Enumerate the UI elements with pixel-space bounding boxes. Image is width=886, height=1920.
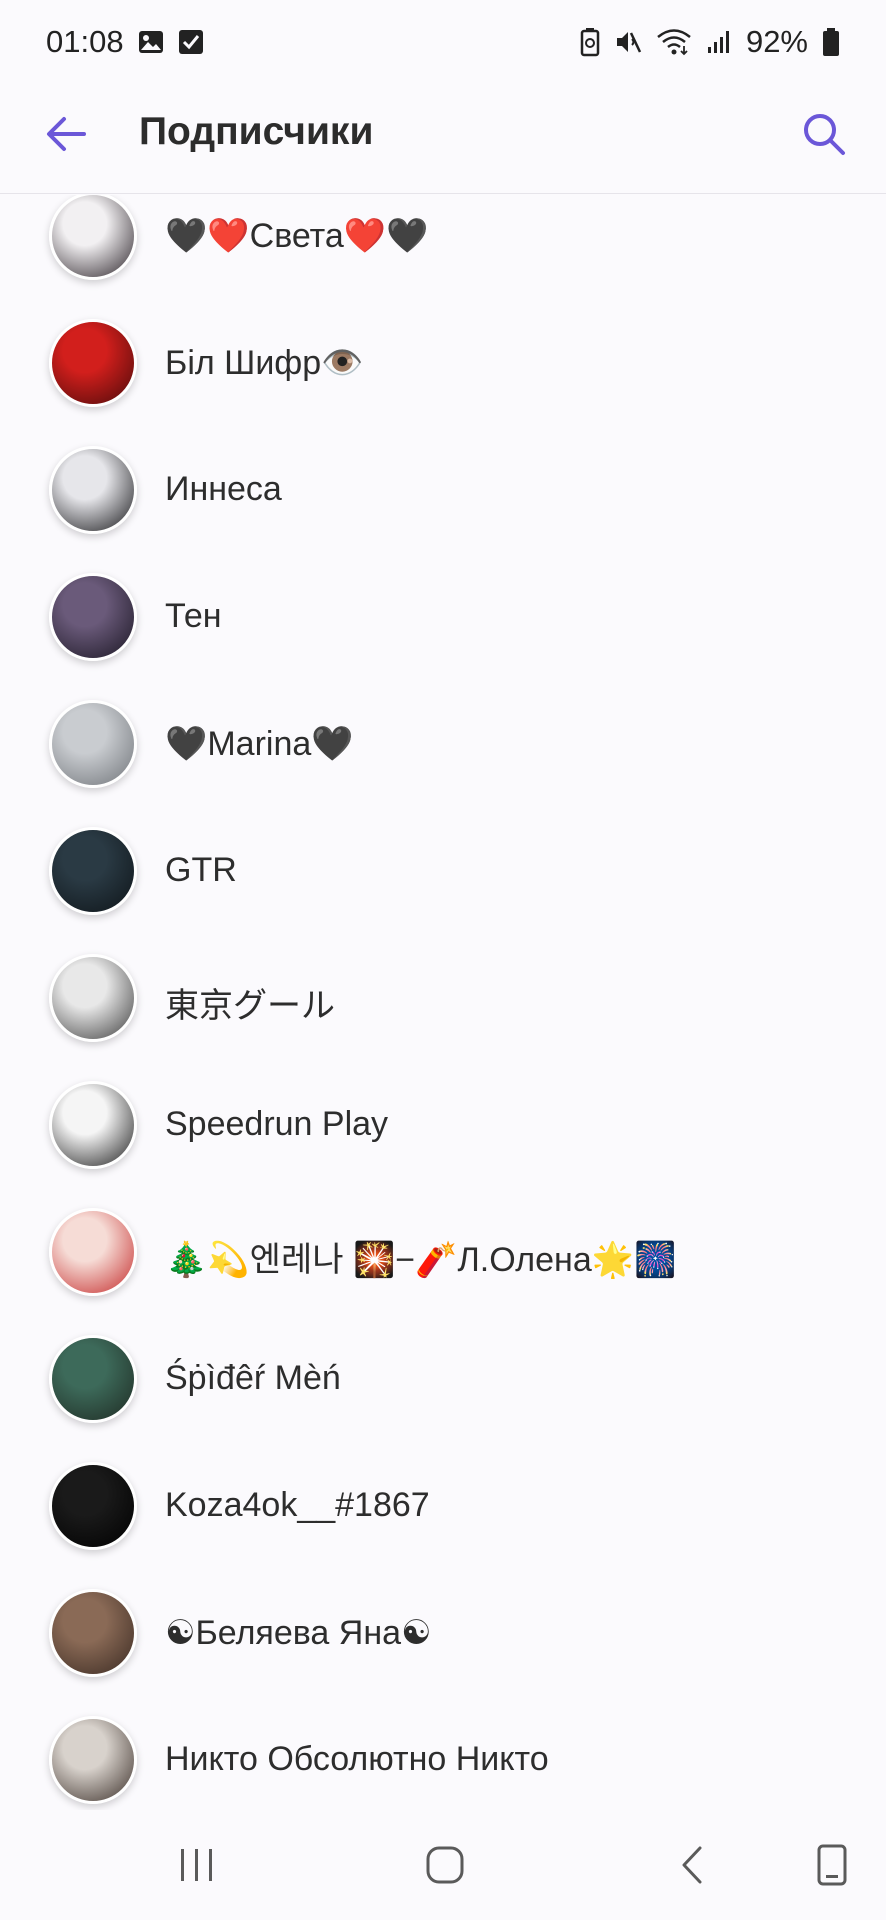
avatar[interactable] (49, 1589, 137, 1677)
system-nav-bar (0, 1810, 886, 1920)
back-icon (682, 1846, 702, 1884)
battery-saver-icon (580, 27, 600, 57)
avatar[interactable] (49, 319, 137, 407)
avatar[interactable] (49, 446, 137, 534)
avatar[interactable] (49, 954, 137, 1042)
avatar[interactable] (49, 1462, 137, 1550)
subscriber-name: Śṗìđêŕ Mèń (165, 1359, 341, 1397)
gallery-icon (138, 29, 164, 55)
avatar[interactable] (49, 700, 137, 788)
subscriber-row[interactable]: 東京グール (0, 934, 886, 1061)
subscriber-row[interactable]: Koza4ok__#1867 (0, 1442, 886, 1569)
avatar[interactable] (49, 827, 137, 915)
status-bar-right: 92% (580, 24, 840, 60)
subscriber-name: Speedrun Play (165, 1105, 389, 1143)
arrow-left-icon (47, 117, 86, 151)
subscriber-row[interactable]: 🖤❤️Света❤️🖤 (0, 195, 886, 299)
subscriber-name: Koza4ok__#1867 (165, 1486, 430, 1524)
subscriber-row[interactable]: 🎄💫엔레나 🎇−🧨Л.Олена🌟🎆 (0, 1188, 886, 1315)
subscriber-name: Тен (165, 597, 222, 635)
back-nav-button[interactable] (663, 1838, 723, 1892)
subscriber-row[interactable]: 🖤Marina🖤 (0, 680, 886, 807)
checkbox-icon (178, 29, 204, 55)
subscriber-row[interactable]: Никто Обсолютно Никто (0, 1696, 886, 1810)
subscriber-name: 🎄💫엔레나 🎇−🧨Л.Олена🌟🎆 (165, 1241, 677, 1279)
subscriber-row[interactable]: Śṗìđêŕ Mèń (0, 1315, 886, 1442)
signal-icon (706, 29, 732, 55)
avatar[interactable] (49, 1335, 137, 1423)
subscriber-name: Иннеса (165, 470, 282, 508)
subscriber-name: 🖤❤️Света❤️🖤 (165, 217, 429, 255)
status-time: 01:08 (46, 24, 124, 59)
subscriber-row[interactable]: Иннеса (0, 426, 886, 553)
subscriber-name: 🖤Marina🖤 (165, 725, 354, 763)
subscriber-row[interactable]: ☯Беляева Яна☯ (0, 1569, 886, 1696)
avatar[interactable] (49, 1716, 137, 1804)
search-button[interactable] (796, 106, 852, 162)
avatar[interactable] (49, 195, 137, 280)
subscriber-name: Біл Шифр👁️ (165, 344, 364, 382)
screenshot-button[interactable] (802, 1838, 862, 1892)
home-icon (426, 1846, 464, 1884)
battery-icon (822, 27, 840, 57)
recent-apps-icon (181, 1849, 212, 1881)
page-title: Подписчики (139, 110, 374, 153)
avatar[interactable] (49, 573, 137, 661)
recent-apps-button[interactable] (167, 1838, 227, 1892)
search-icon (804, 114, 845, 155)
status-bar-left: 01:08 (46, 24, 204, 60)
home-button[interactable] (415, 1838, 475, 1892)
wifi-icon (656, 28, 692, 56)
subscriber-row[interactable]: Біл Шифр👁️ (0, 299, 886, 426)
battery-percent: 92% (745, 24, 808, 59)
subscriber-name: GTR (165, 851, 237, 889)
subscriber-list[interactable]: 🖤❤️Света❤️🖤 Біл Шифр👁️ Иннеса Тен 🖤Marina🖤 GT… (0, 195, 886, 1810)
avatar[interactable] (49, 1081, 137, 1169)
mute-icon (614, 28, 642, 56)
subscriber-row[interactable]: Speedrun Play (0, 1061, 886, 1188)
back-button[interactable] (40, 108, 92, 160)
screenshot-icon (817, 1844, 847, 1886)
subscriber-name: ☯Беляева Яна☯ (165, 1614, 432, 1652)
subscriber-row[interactable]: Тен (0, 553, 886, 680)
subscriber-row[interactable]: GTR (0, 807, 886, 934)
avatar[interactable] (49, 1208, 137, 1296)
subscriber-name: Никто Обсолютно Никто (165, 1740, 549, 1778)
app-header: Подписчики (0, 84, 886, 194)
subscriber-name: 東京グール (165, 987, 335, 1025)
status-bar: 01:08 92% (0, 0, 886, 84)
